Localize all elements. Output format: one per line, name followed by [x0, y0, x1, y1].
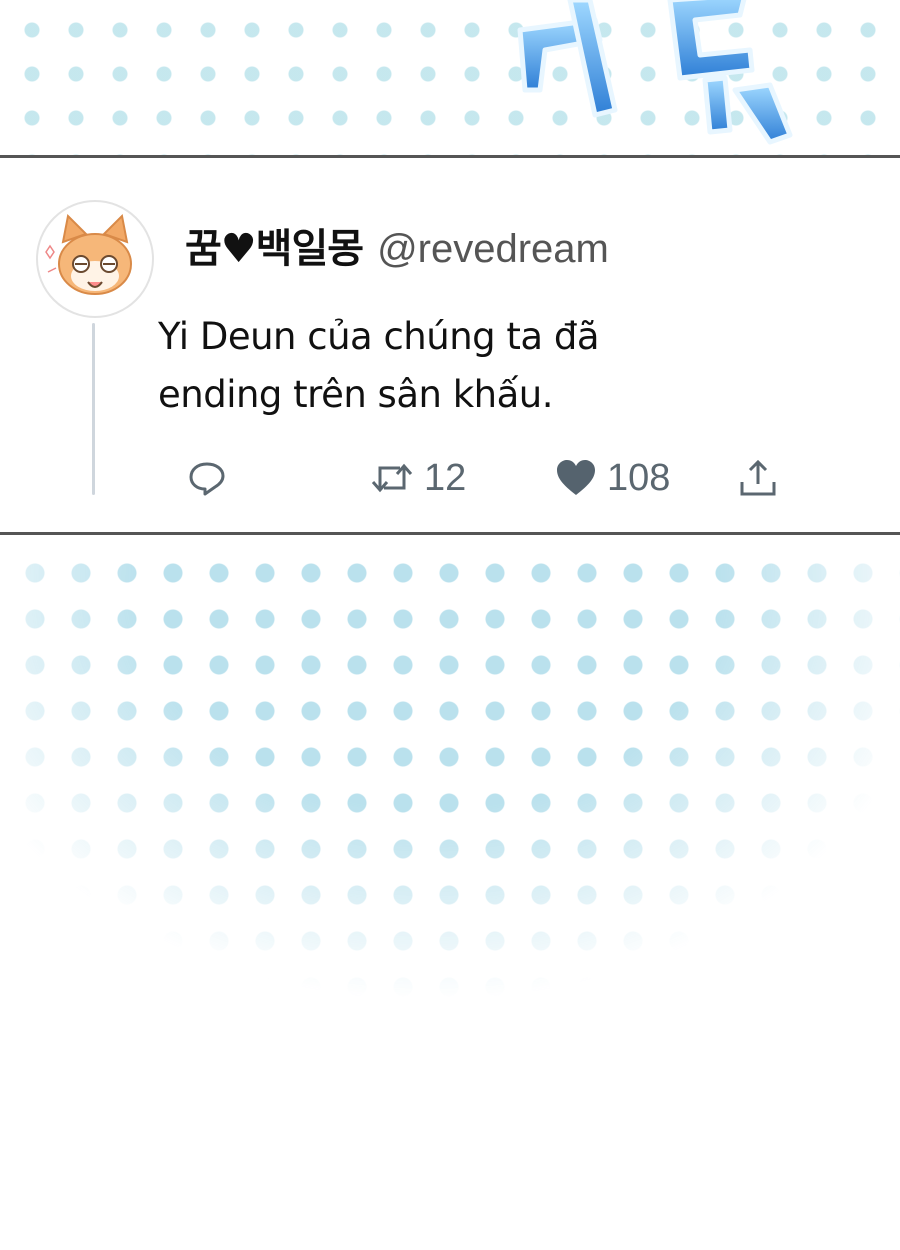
share-icon [740, 459, 776, 496]
retweet-count: 12 [424, 456, 467, 499]
retweet-icon [371, 463, 413, 493]
heart-icon [557, 460, 595, 495]
reply-icon [189, 462, 225, 496]
tweet-text-line: Yi Deun của chúng ta đã [158, 315, 600, 358]
display-name[interactable]: 꿈♥백일몽 [185, 226, 364, 272]
cat-avatar-icon [45, 213, 132, 295]
tweet-text: Yi Deun của chúng ta đã ending trên sân … [158, 308, 718, 424]
halftone-dots-bottom [0, 540, 900, 1000]
like-count: 108 [607, 456, 671, 499]
tweet-card[interactable]: 꿈♥백일몽 @revedream Yi Deun của chúng ta đã … [0, 155, 900, 535]
tweet-header: 꿈♥백일몽 @revedream [185, 216, 609, 274]
reply-button[interactable] [188, 453, 226, 503]
like-button[interactable]: 108 [555, 453, 670, 503]
tweet-text-line: ending trên sân khấu. [158, 373, 553, 416]
user-handle[interactable]: @revedream [377, 227, 609, 271]
halftone-dots-top [0, 0, 900, 158]
retweet-button[interactable]: 12 [370, 453, 466, 503]
avatar[interactable] [36, 200, 154, 318]
tweet-actions: 12 108 [0, 453, 900, 503]
share-button[interactable] [738, 453, 778, 503]
